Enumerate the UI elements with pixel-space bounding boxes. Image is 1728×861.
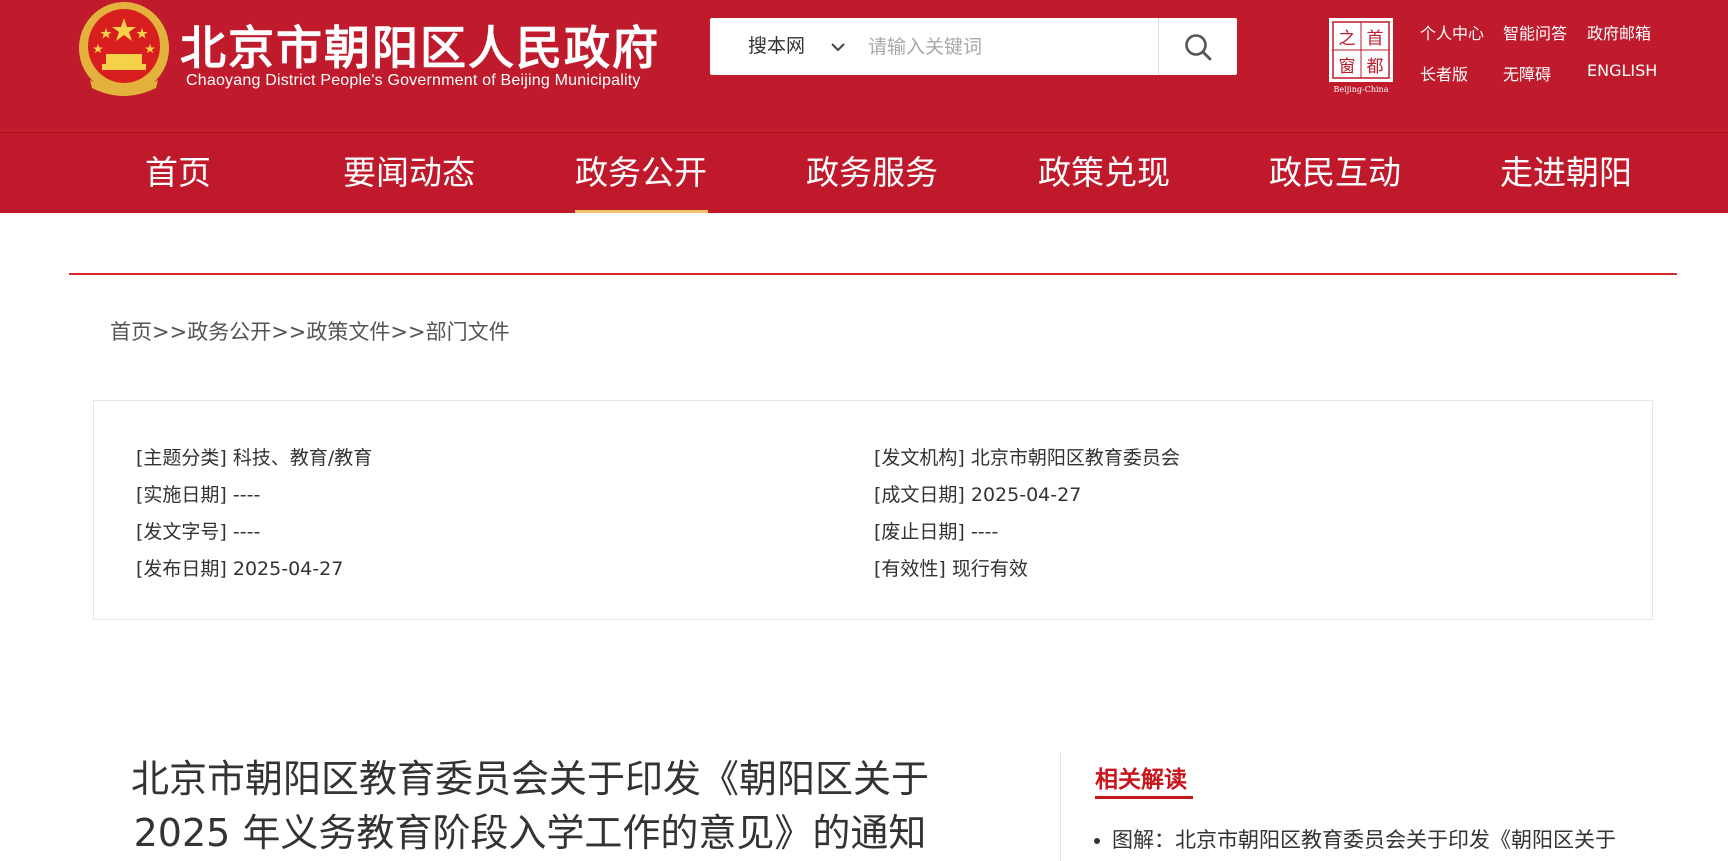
article-title-line: 北京市朝阳区教育委员会关于印发《朝阳区关于 — [130, 757, 929, 801]
breadcrumb-separator: >> — [271, 320, 307, 344]
meta-effective-date: [实施日期] ---- — [136, 480, 260, 507]
meta-written-date: [成文日期] 2025-04-27 — [874, 480, 1081, 507]
top-links: 个人中心 智能问答 政府邮箱 长者版 无障碍 ENGLISH — [1420, 16, 1720, 106]
nav-item-home[interactable]: 首页 — [62, 133, 294, 213]
capital-window-logo-icon[interactable]: 之 首 窗 都 Beijing-China — [1329, 18, 1393, 96]
meta-doc-number: [发文字号] ---- — [136, 517, 260, 544]
meta-subject-category: [主题分类] 科技、教育/教育 — [136, 443, 372, 470]
sidebar-divider — [1060, 752, 1061, 861]
nav-item-policy-fulfillment[interactable]: 政策兑现 — [988, 133, 1220, 213]
meta-label: [发文机构] — [874, 447, 965, 469]
meta-validity: [有效性] 现行有效 — [874, 554, 1028, 581]
meta-value: 科技、教育/教育 — [232, 447, 373, 469]
meta-label: [废止日期] — [874, 521, 965, 543]
related-item-text: 图解：北京市朝阳区教育委员会关于印发《朝阳区关于 — [1112, 828, 1616, 852]
search-input[interactable] — [866, 28, 1160, 66]
national-emblem-icon[interactable] — [76, 0, 172, 100]
nav-item-gov-services[interactable]: 政务服务 — [756, 133, 988, 213]
bullet-icon — [1094, 838, 1100, 844]
nav-item-about-chaoyang[interactable]: 走进朝阳 — [1450, 133, 1682, 213]
nav-item-gov-affairs-open[interactable]: 政务公开 — [525, 133, 757, 213]
article-title-line: 2025 年义务教育阶段入学工作的意见》的通知 — [133, 811, 927, 855]
meta-label: [主题分类] — [136, 447, 227, 469]
meta-value: 2025-04-27 — [232, 558, 344, 580]
meta-expiry-date: [废止日期] ---- — [874, 517, 998, 544]
meta-value: ---- — [232, 484, 261, 506]
meta-label: [有效性] — [874, 558, 946, 580]
breadcrumb-separator: >> — [390, 320, 426, 344]
meta-label: [发文字号] — [136, 521, 227, 543]
nav-item-news[interactable]: 要闻动态 — [293, 133, 525, 213]
breadcrumb-policy-files[interactable]: 政策文件 — [306, 320, 390, 344]
breadcrumb-gov-affairs[interactable]: 政务公开 — [187, 320, 271, 344]
meta-label: [成文日期] — [874, 484, 965, 506]
meta-value: 2025-04-27 — [970, 484, 1082, 506]
top-link-elder-version[interactable]: 长者版 — [1420, 61, 1468, 85]
top-link-smart-qa[interactable]: 智能问答 — [1503, 20, 1567, 44]
top-link-gov-mail[interactable]: 政府邮箱 — [1587, 20, 1651, 44]
main-nav: 首页 要闻动态 政务公开 政务服务 政策兑现 政民互动 走进朝阳 — [0, 132, 1728, 213]
search-box: 搜本网 — [710, 18, 1237, 75]
related-heading-underline — [1095, 796, 1193, 799]
breadcrumb: 首页>>政务公开>>政策文件>>部门文件 — [110, 316, 510, 346]
meta-label: [实施日期] — [136, 484, 227, 506]
nav-active-indicator — [575, 210, 708, 213]
top-link-accessibility[interactable]: 无障碍 — [1503, 61, 1551, 85]
breadcrumb-separator: >> — [152, 320, 188, 344]
article-title: 北京市朝阳区教育委员会关于印发《朝阳区关于 2025 年义务教育阶段入学工作的意… — [130, 752, 930, 860]
related-reading-heading: 相关解读 — [1095, 767, 1187, 793]
meta-value: 现行有效 — [951, 558, 1028, 580]
meta-value: ---- — [970, 521, 999, 543]
site-header: 北京市朝阳区人民政府 Chaoyang District People's Go… — [0, 0, 1728, 132]
meta-value: ---- — [232, 521, 261, 543]
meta-publish-date: [发布日期] 2025-04-27 — [136, 554, 343, 581]
chevron-down-icon[interactable] — [828, 37, 848, 57]
top-link-personal-center[interactable]: 个人中心 — [1420, 20, 1484, 44]
related-item-link[interactable]: 图解：北京市朝阳区教育委员会关于印发《朝阳区关于 — [1094, 824, 1616, 854]
capital-logo-char: 首 — [1367, 29, 1384, 49]
section-divider — [69, 273, 1677, 275]
capital-logo-caption: Beijing-China — [1334, 85, 1389, 94]
site-subtitle: Chaoyang District People's Government of… — [186, 72, 641, 89]
search-button[interactable] — [1159, 18, 1237, 75]
meta-issuing-agency: [发文机构] 北京市朝阳区教育委员会 — [874, 443, 1180, 470]
search-icon — [1185, 33, 1212, 60]
top-link-english[interactable]: ENGLISH — [1587, 61, 1657, 80]
capital-logo-char: 都 — [1367, 57, 1384, 77]
capital-logo-char: 之 — [1339, 29, 1356, 49]
meta-value: 北京市朝阳区教育委员会 — [970, 447, 1180, 469]
site-title[interactable]: 北京市朝阳区人民政府 — [180, 12, 660, 78]
capital-logo-char: 窗 — [1339, 57, 1356, 77]
search-scope-select[interactable]: 搜本网 — [748, 18, 805, 75]
breadcrumb-home[interactable]: 首页 — [110, 320, 152, 344]
breadcrumb-dept-files[interactable]: 部门文件 — [426, 320, 510, 344]
nav-item-interaction[interactable]: 政民互动 — [1219, 133, 1451, 213]
document-meta-box: [主题分类] 科技、教育/教育 [实施日期] ---- [发文字号] ---- … — [93, 400, 1653, 620]
meta-label: [发布日期] — [136, 558, 227, 580]
